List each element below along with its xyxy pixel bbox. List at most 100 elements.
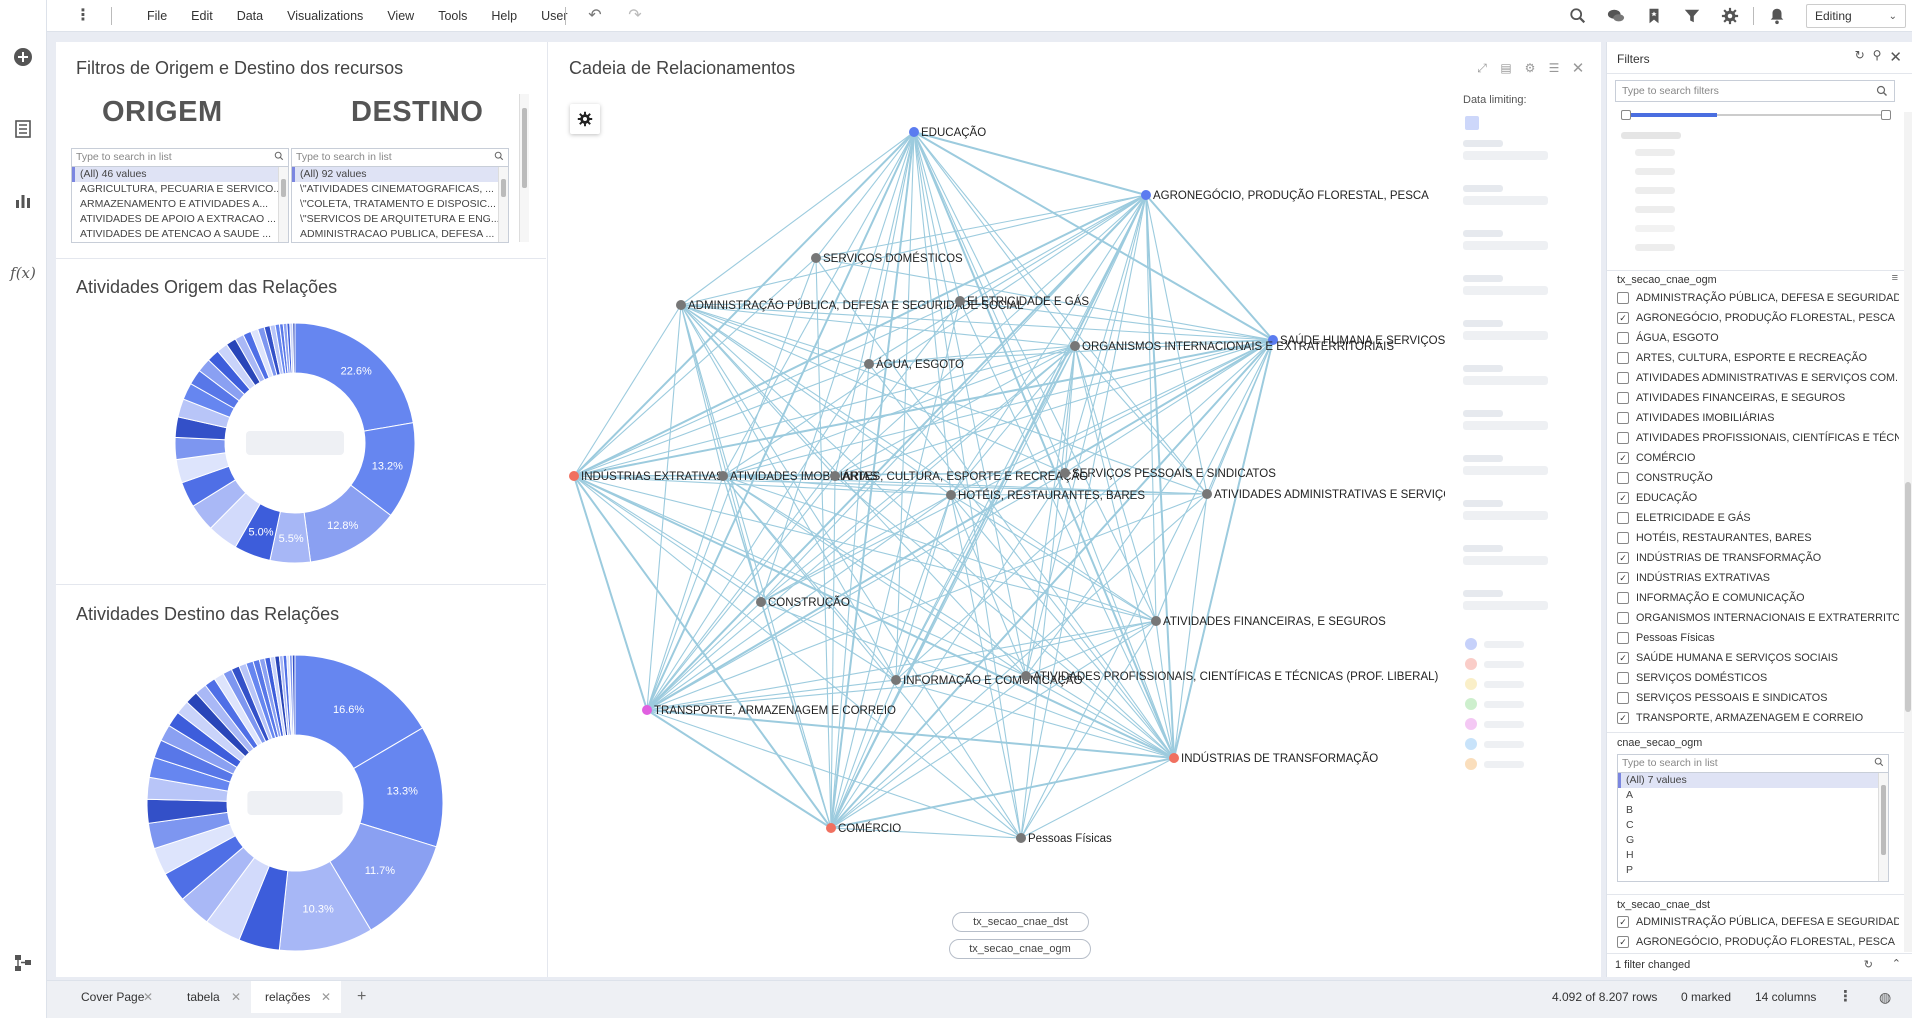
redo-icon[interactable]: ↷ — [625, 6, 645, 26]
list-item[interactable]: AGRICULTURA, PECUARIA E SERVICO... — [72, 182, 288, 197]
network-edge[interactable] — [1145, 194, 1157, 622]
filter-checkbox-row[interactable]: ATIVIDADES ADMINISTRATIVAS E SERVIÇOS CO… — [1617, 368, 1899, 388]
data-canvas-icon[interactable] — [10, 116, 36, 142]
network-edge[interactable] — [680, 131, 915, 306]
filter-checkbox-row[interactable]: ✓ EDUCAÇÃO — [1617, 488, 1899, 508]
menu-data[interactable]: Data — [225, 0, 275, 32]
network-edge[interactable] — [573, 475, 648, 711]
checkbox[interactable]: ✓ — [1617, 552, 1629, 564]
origem-scrollbar[interactable] — [278, 167, 288, 242]
network-node[interactable]: AGRONEGÓCIO, PRODUÇÃO FLORESTAL, PESCA — [1141, 189, 1429, 202]
network-node-dot[interactable] — [756, 597, 766, 607]
tab-cover-page[interactable]: Cover Page ✕ — [57, 981, 163, 1013]
network-node[interactable]: TRANSPORTE, ARMAZENAGEM E CORREIO — [642, 705, 896, 717]
network-edge[interactable] — [830, 757, 1175, 829]
network-node[interactable]: ATIVIDADES FINANCEIRAS, E SEGUROS — [1151, 616, 1386, 628]
cnae-scrollbar[interactable] — [1878, 773, 1888, 881]
checkbox[interactable] — [1617, 292, 1629, 304]
network-edge[interactable] — [646, 363, 870, 711]
checkbox[interactable] — [1617, 432, 1629, 444]
destino-search-input[interactable]: Type to search in list — [292, 149, 508, 167]
checkbox[interactable]: ✓ — [1617, 572, 1629, 584]
close-icon[interactable]: ✕ — [143, 981, 153, 1013]
network-node[interactable]: CONSTRUÇÃO — [756, 596, 850, 609]
filter-checkbox-row[interactable]: CONSTRUÇÃO — [1617, 468, 1899, 488]
network-edge[interactable] — [680, 194, 1147, 306]
list-item[interactable]: ATIVIDADES DE ATENCAO A SAUDE ... — [72, 227, 288, 242]
cnae-listbox[interactable]: Type to search in list (All) 7 values A … — [1617, 754, 1889, 882]
network-edge[interactable] — [722, 475, 1027, 677]
network-node-dot[interactable] — [1202, 489, 1212, 499]
network-edge[interactable] — [1155, 339, 1274, 622]
data-model-icon[interactable] — [10, 950, 36, 976]
network-node[interactable]: HOTÉIS, RESTAURANTES, BARES — [946, 489, 1145, 502]
list-item[interactable]: \"SERVICOS DE ARQUITETURA E ENG... — [292, 212, 508, 227]
collaboration-icon[interactable] — [1597, 0, 1635, 32]
network-edge[interactable] — [573, 194, 1147, 477]
function-icon[interactable]: f(x) — [10, 260, 36, 286]
network-node-dot[interactable] — [864, 359, 874, 369]
list-item[interactable]: B — [1618, 803, 1888, 818]
pin-icon[interactable]: ⚲ — [1873, 48, 1882, 66]
description-icon[interactable]: ▤ — [1494, 58, 1518, 78]
chevron-up-icon[interactable]: ⌃ — [1892, 957, 1901, 970]
network-edge[interactable] — [913, 131, 961, 302]
menu-view[interactable]: View — [375, 0, 426, 32]
network-node-dot[interactable] — [830, 471, 840, 481]
network-settings-button[interactable] — [570, 104, 600, 134]
network-node-dot[interactable] — [955, 296, 965, 306]
network-node[interactable]: INDÚSTRIAS EXTRATIVAS — [569, 470, 724, 483]
network-graph[interactable]: EDUCAÇÃO AGRONEGÓCIO, PRODUÇÃO FLORESTAL,… — [540, 92, 1445, 852]
checkbox[interactable]: ✓ — [1617, 712, 1629, 724]
filter-checkbox-row[interactable]: ATIVIDADES FINANCEIRAS, E SEGUROS — [1617, 388, 1899, 408]
axis-pill-dst[interactable]: tx_secao_cnae_dst — [952, 912, 1089, 932]
network-edge[interactable] — [815, 194, 1147, 259]
list-item[interactable]: A — [1618, 788, 1888, 803]
network-edge[interactable] — [722, 339, 1274, 477]
more-vertical-icon[interactable]: ⋮ — [1838, 981, 1853, 1013]
donut-destino-chart[interactable]: 16.6% 13.3% 11.7% 10.3% — [140, 648, 450, 958]
checkbox[interactable] — [1617, 412, 1629, 424]
network-node[interactable]: ATIVIDADES PROFISSIONAIS, CIENTÍFICAS E … — [1021, 670, 1439, 683]
checkbox[interactable] — [1617, 472, 1629, 484]
filter-checkbox-row[interactable]: INFORMAÇÃO E COMUNICAÇÃO — [1617, 588, 1899, 608]
network-edge[interactable] — [1145, 194, 1274, 341]
network-edge[interactable] — [913, 131, 1147, 196]
settings-icon[interactable] — [1711, 0, 1749, 32]
checkbox[interactable] — [1617, 632, 1629, 644]
network-node-dot[interactable] — [1169, 753, 1179, 763]
network-node-dot[interactable] — [718, 471, 728, 481]
donut-origem-chart[interactable]: 22.6% 13.2% 12.8% 5.5% 5.0% — [170, 318, 420, 568]
network-node-dot[interactable] — [569, 471, 579, 481]
network-node-dot[interactable] — [1070, 341, 1080, 351]
search-icon[interactable] — [1559, 0, 1597, 32]
filter-checkbox-row[interactable]: ✓ COMÉRCIO — [1617, 448, 1899, 468]
network-node[interactable]: EDUCAÇÃO — [909, 126, 986, 139]
list-item[interactable]: \"ATIVIDADES CINEMATOGRAFICAS, ... — [292, 182, 508, 197]
list-item[interactable]: \"COLETA, TRATAMENTO E DISPOSIC... — [292, 197, 508, 212]
checkbox[interactable]: ✓ — [1617, 916, 1629, 928]
network-edge[interactable] — [573, 475, 762, 603]
menu-user[interactable]: User — [529, 0, 579, 32]
network-node-dot[interactable] — [676, 300, 686, 310]
checkbox[interactable] — [1617, 532, 1629, 544]
list-item[interactable]: ADMINISTRACAO PUBLICA, DEFESA ... — [292, 227, 508, 242]
close-icon[interactable]: ✕ — [1889, 48, 1902, 66]
filter-checkbox-row[interactable]: ✓ INDÚSTRIAS EXTRATIVAS — [1617, 568, 1899, 588]
notifications-icon[interactable] — [1758, 0, 1796, 32]
checkbox[interactable] — [1617, 372, 1629, 384]
network-node-dot[interactable] — [642, 705, 652, 715]
network-edge[interactable] — [815, 257, 832, 829]
network-node-dot[interactable] — [1021, 671, 1031, 681]
filter-checkbox-row[interactable]: ÁGUA, ESGOTO — [1617, 328, 1899, 348]
network-node-dot[interactable] — [811, 253, 821, 263]
checkbox[interactable] — [1617, 672, 1629, 684]
network-node-dot[interactable] — [1016, 833, 1026, 843]
network-node-dot[interactable] — [946, 490, 956, 500]
close-icon[interactable]: ✕ — [231, 981, 241, 1013]
list-item[interactable]: (All) 46 values — [72, 167, 288, 182]
slider-handle[interactable] — [1621, 110, 1631, 120]
menu-help[interactable]: Help — [479, 0, 529, 32]
network-node[interactable]: SERVIÇOS DOMÉSTICOS — [811, 252, 963, 265]
list-item[interactable]: H — [1618, 848, 1888, 863]
